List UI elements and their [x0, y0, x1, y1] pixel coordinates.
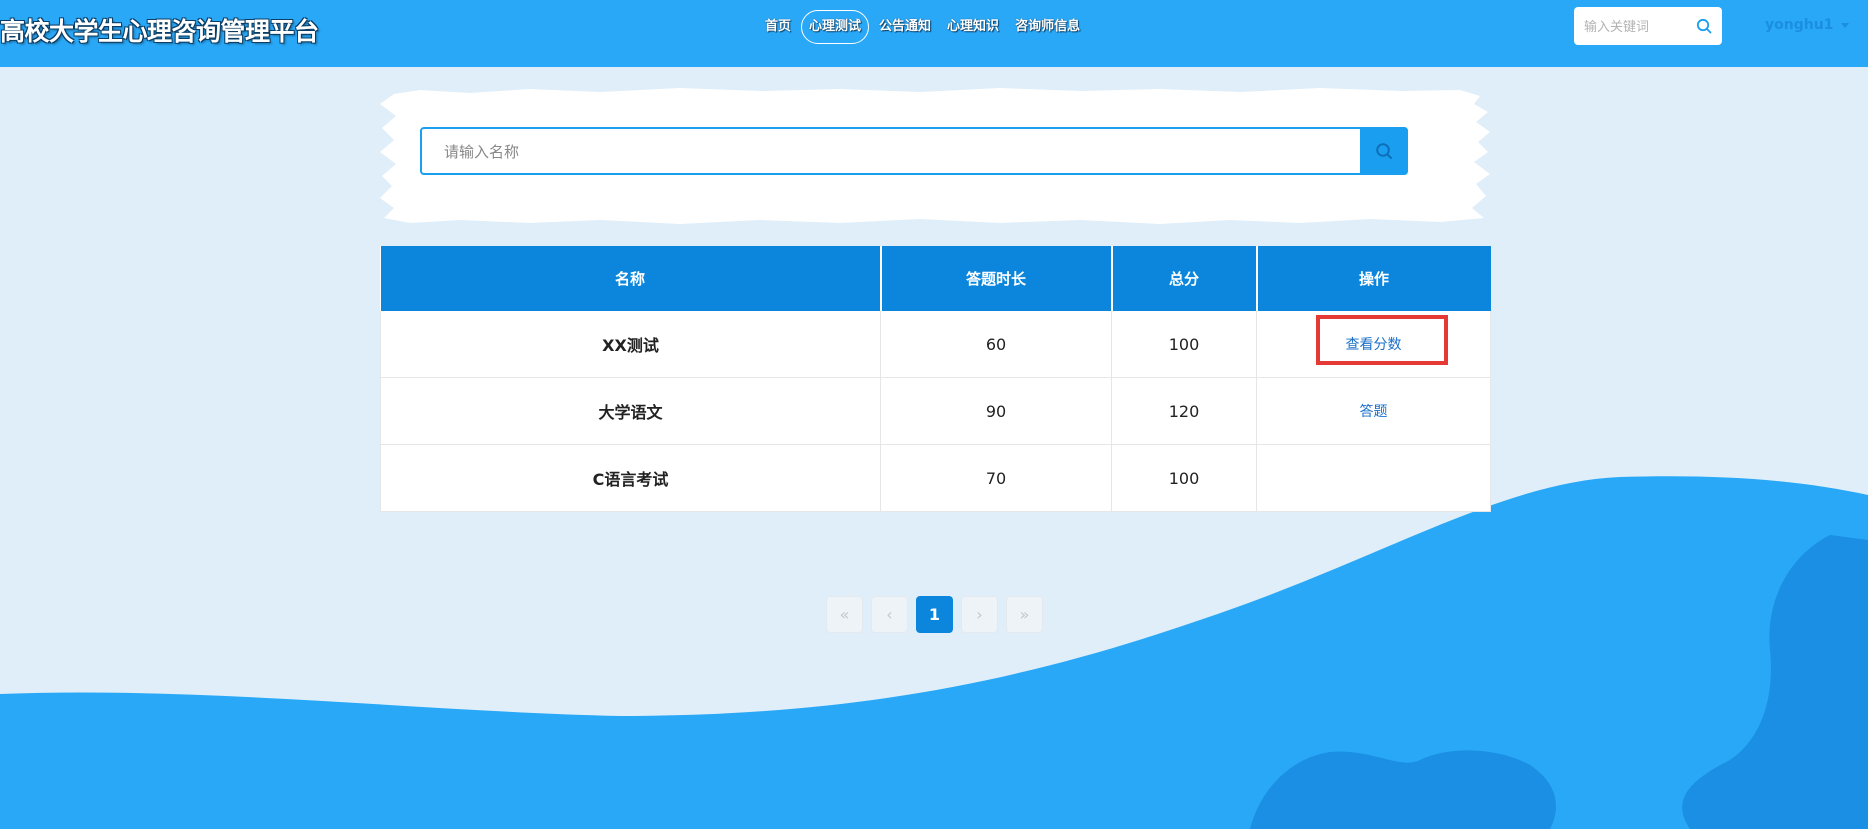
column-header-name: 名称 [380, 246, 881, 311]
cell-name: C语言考试 [380, 444, 881, 512]
cell-duration: 90 [880, 377, 1112, 445]
cell-action: 查看分数 [1256, 311, 1491, 378]
cell-duration: 60 [880, 311, 1112, 378]
cell-action: 答题 [1256, 377, 1491, 445]
prev-page-button[interactable]: ‹ [871, 596, 908, 633]
caret-down-icon [1841, 22, 1850, 28]
cell-total: 120 [1111, 377, 1257, 445]
nav-item-announcements[interactable]: 公告通知 [871, 10, 939, 44]
username-label: yonghu1 [1765, 17, 1834, 33]
column-header-total: 总分 [1110, 246, 1257, 311]
first-page-button[interactable]: « [826, 596, 863, 633]
search-icon [1376, 143, 1392, 159]
cell-action [1256, 444, 1491, 512]
site-brand-title[interactable]: 高校大学生心理咨询管理平台 [0, 12, 319, 48]
nav-item-psych-test[interactable]: 心理测试 [801, 10, 870, 44]
search-icon[interactable] [1696, 18, 1712, 34]
header-search-input[interactable] [1582, 7, 1696, 47]
name-search-box [420, 127, 1408, 175]
cell-total: 100 [1111, 444, 1257, 512]
nav-item-counselor-info[interactable]: 咨询师信息 [1007, 10, 1088, 44]
column-header-duration: 答题时长 [879, 246, 1112, 311]
test-table: 名称 答题时长 总分 操作 XX测试 60 100 查看分数 大学语文 90 1… [380, 246, 1491, 512]
view-score-link[interactable]: 查看分数 [1346, 337, 1402, 353]
next-page-button[interactable]: › [961, 596, 998, 633]
cell-name: 大学语文 [380, 377, 881, 445]
nav-item-psych-knowledge[interactable]: 心理知识 [939, 10, 1007, 44]
column-header-action: 操作 [1255, 246, 1491, 311]
cell-name: XX测试 [380, 311, 881, 378]
pagination: « ‹ 1 › » [826, 596, 1051, 633]
table-row: XX测试 60 100 查看分数 [380, 311, 1491, 378]
page-1-button[interactable]: 1 [916, 596, 953, 633]
table-row: C语言考试 70 100 [380, 444, 1491, 512]
header-search-box [1574, 7, 1722, 47]
name-search-input[interactable] [442, 129, 1346, 175]
cell-total: 100 [1111, 311, 1257, 378]
answer-link[interactable]: 答题 [1360, 404, 1388, 420]
table-header-row: 名称 答题时长 总分 操作 [380, 246, 1491, 311]
top-header: 高校大学生心理咨询管理平台 首页 心理测试 公告通知 心理知识 咨询师信息 yo… [0, 0, 1868, 67]
table-row: 大学语文 90 120 答题 [380, 377, 1491, 445]
nav-item-home[interactable]: 首页 [757, 10, 799, 44]
main-nav: 首页 心理测试 公告通知 心理知识 咨询师信息 [757, 10, 1088, 44]
last-page-button[interactable]: » [1006, 596, 1043, 633]
search-button[interactable] [1360, 127, 1408, 175]
cell-duration: 70 [880, 444, 1112, 512]
user-menu[interactable]: yonghu1 [1765, 17, 1850, 33]
